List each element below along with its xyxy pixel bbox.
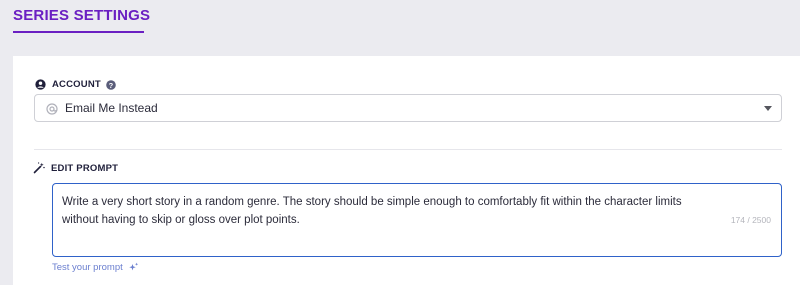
at-sign-icon (45, 102, 58, 115)
caret-down-icon[interactable] (764, 106, 772, 111)
question-circle-icon[interactable]: ? (106, 79, 116, 90)
title-underline (13, 31, 144, 33)
test-prompt-link[interactable]: Test your prompt (52, 262, 139, 273)
prompt-text[interactable]: Write a very short story in a random gen… (62, 193, 712, 229)
character-count: 174 / 2500 (730, 215, 771, 225)
sparkle-icon[interactable] (128, 262, 139, 273)
account-select[interactable]: Email Me Instead (34, 94, 782, 122)
svg-text:?: ? (109, 80, 114, 89)
account-section-label: ACCOUNT ? (35, 79, 116, 90)
page-header: SERIES SETTINGS (0, 0, 800, 56)
page-title: SERIES SETTINGS (13, 7, 151, 24)
magic-wand-icon (33, 162, 45, 174)
edit-prompt-section-label: EDIT PROMPT (33, 162, 118, 174)
user-circle-icon (35, 79, 46, 90)
section-divider (34, 149, 782, 150)
edit-prompt-label: EDIT PROMPT (51, 162, 119, 174)
account-label: ACCOUNT (52, 79, 101, 90)
test-prompt-label[interactable]: Test your prompt (52, 262, 123, 273)
prompt-textarea[interactable]: Write a very short story in a random gen… (52, 183, 782, 257)
account-select-value: Email Me Instead (65, 101, 158, 115)
